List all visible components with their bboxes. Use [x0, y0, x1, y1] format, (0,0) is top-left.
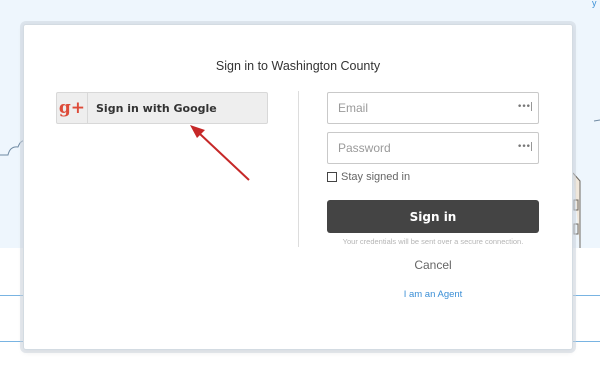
cancel-link[interactable]: Cancel — [327, 258, 539, 272]
agent-link[interactable]: I am an Agent — [327, 289, 539, 300]
modal-title: Sign in to Washington County — [215, 59, 381, 73]
password-manager-key-icon[interactable]: •••| — [517, 102, 533, 112]
top-right-link-fragment: y — [592, 0, 597, 8]
stay-signed-in-checkbox[interactable] — [327, 172, 337, 182]
password-input[interactable] — [338, 141, 498, 155]
signin-modal: Sign in to Washington County g+ Sign in … — [23, 24, 573, 350]
email-field[interactable]: •••| — [327, 92, 539, 124]
google-signin-button[interactable]: g+ Sign in with Google — [56, 92, 268, 124]
google-plus-logo-text: g+ — [58, 98, 86, 118]
bird-right — [593, 119, 600, 122]
stay-signed-in-label: Stay signed in — [341, 171, 411, 183]
email-input[interactable] — [338, 101, 498, 115]
password-manager-key-icon[interactable]: •••| — [517, 142, 533, 152]
password-field[interactable]: •••| — [327, 132, 539, 164]
google-signin-label: Sign in with Google — [96, 101, 217, 115]
google-plus-icon: g+ — [57, 93, 88, 123]
signin-button[interactable]: Sign in — [327, 200, 539, 233]
stay-signed-in[interactable]: Stay signed in — [327, 171, 410, 183]
secure-connection-note: Your credentials will be sent over a sec… — [342, 237, 524, 246]
vertical-divider — [298, 91, 299, 247]
building-window — [573, 223, 579, 235]
